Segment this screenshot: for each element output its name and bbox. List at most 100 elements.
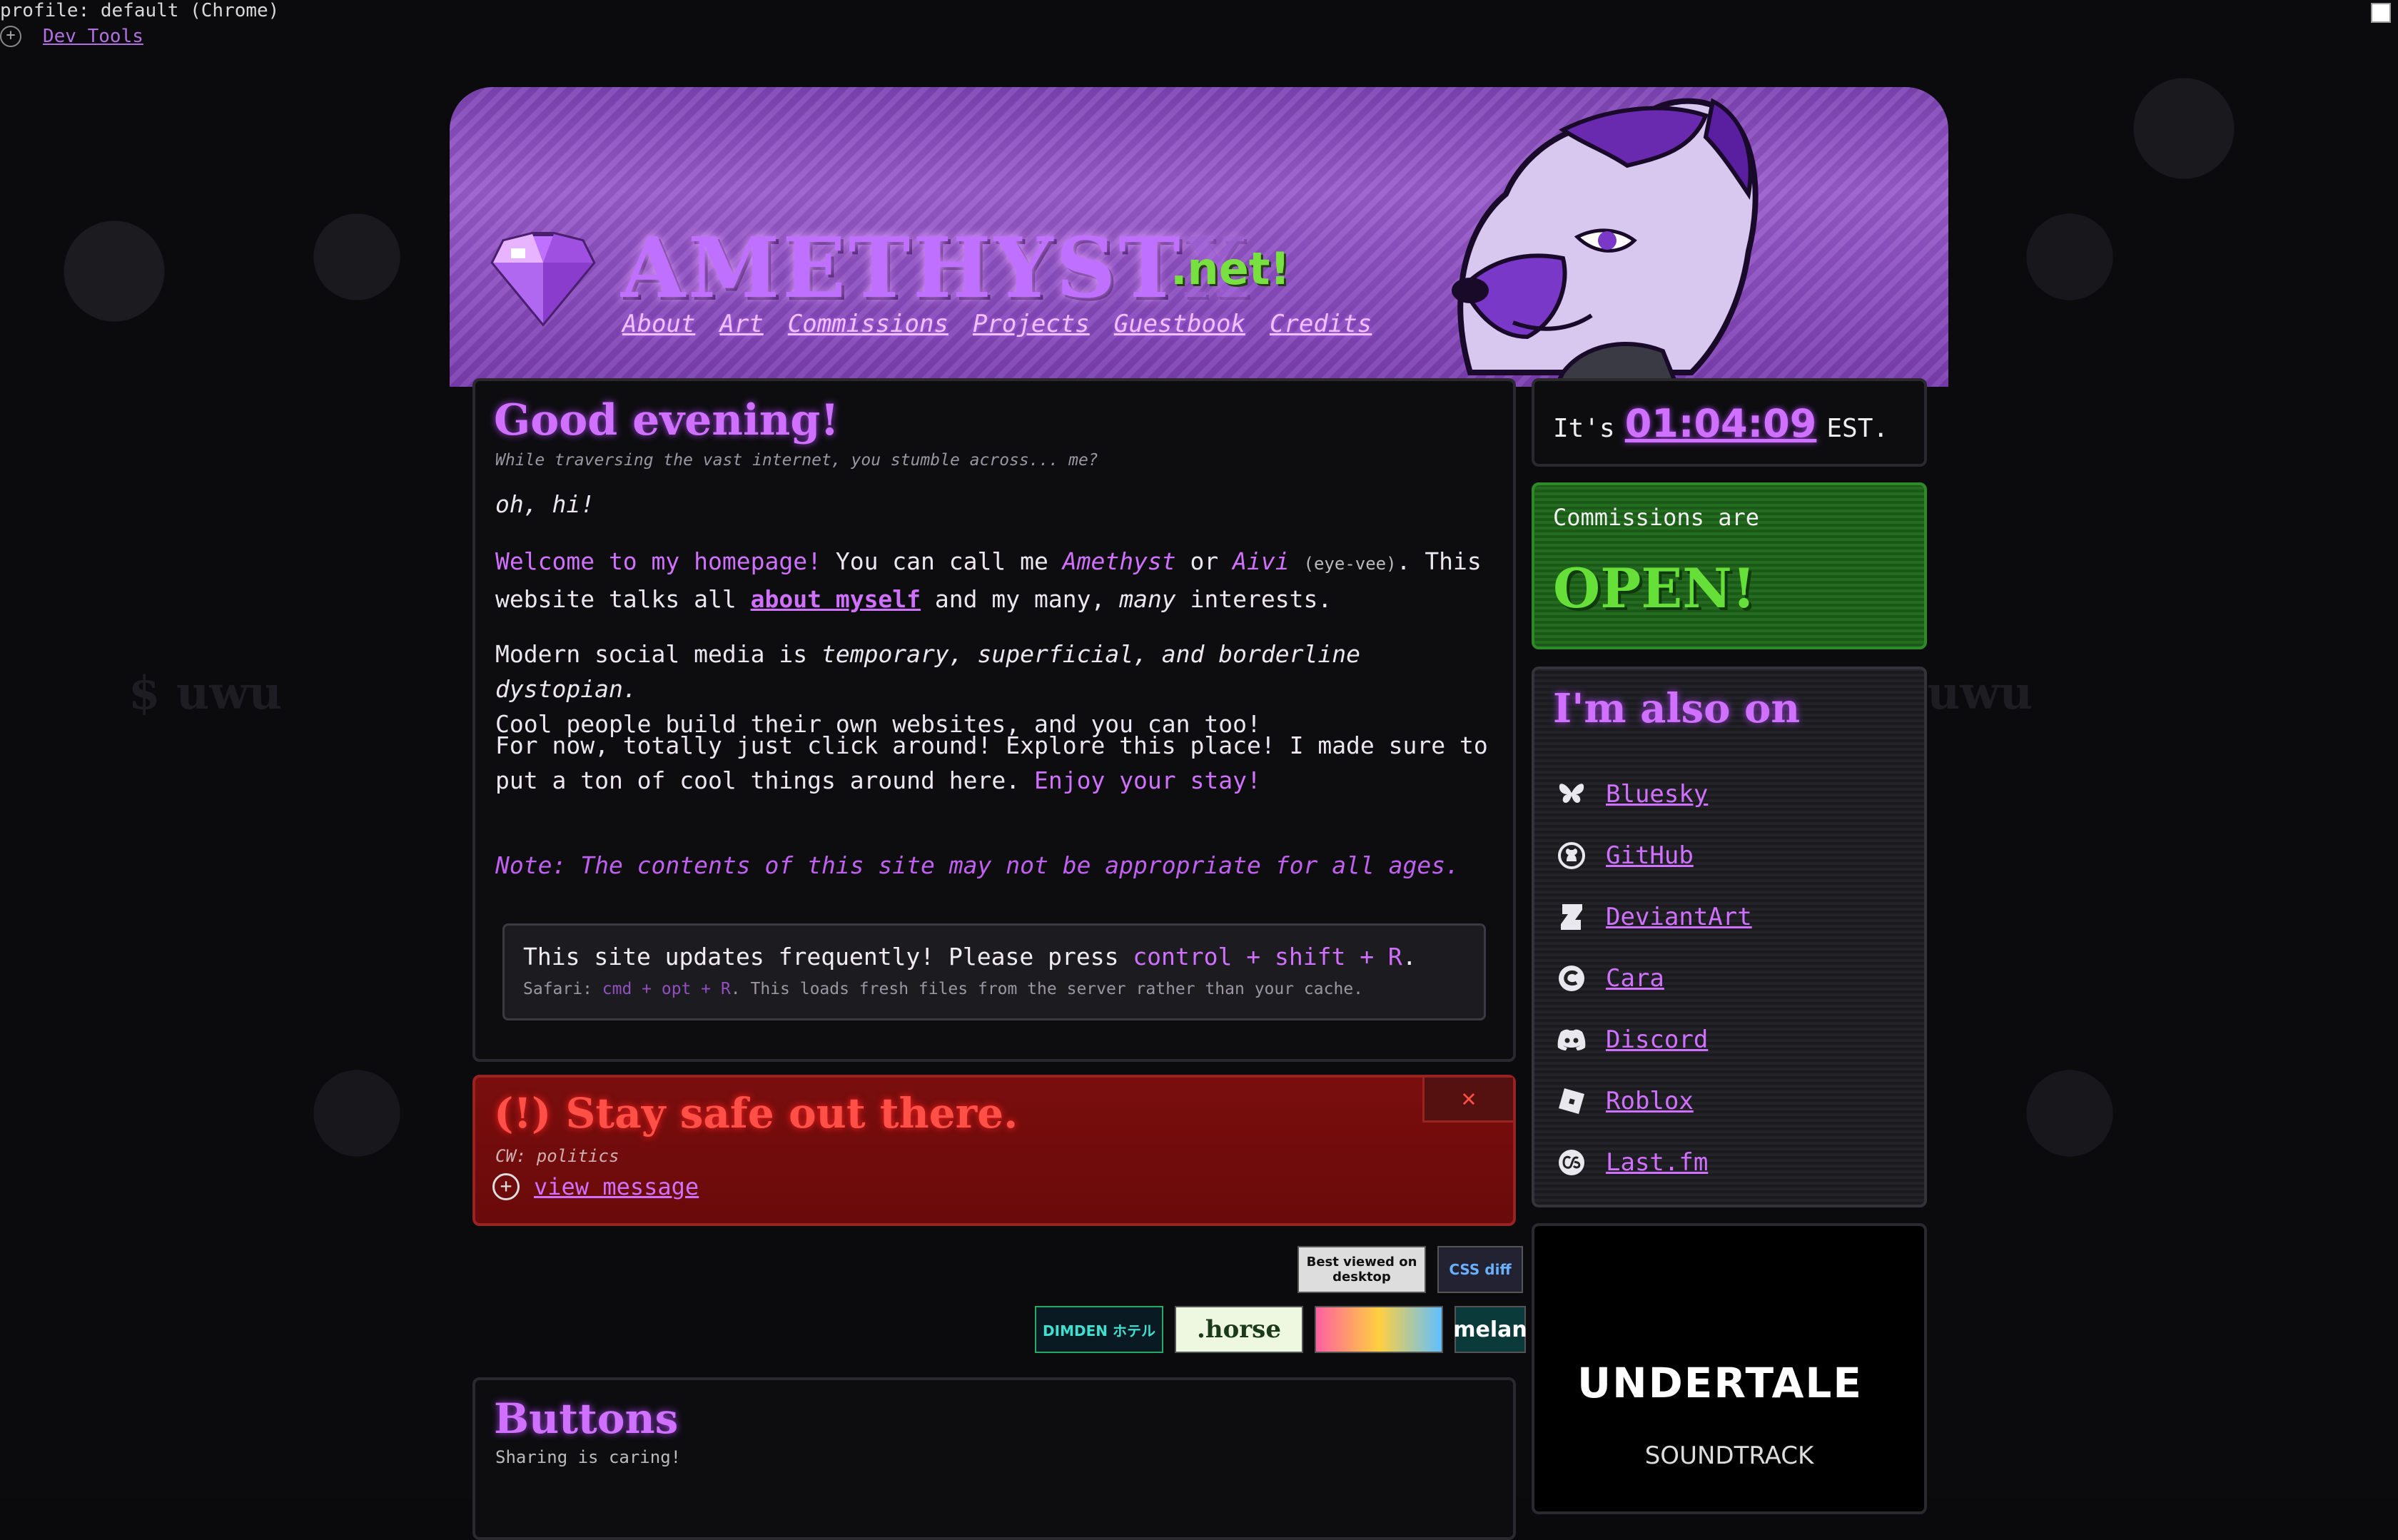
safari-hint: Safari: cmd + opt + R. This loads fresh … bbox=[523, 980, 1363, 998]
social-list: Bluesky GitHub DeviantArt Cara Discord R… bbox=[1556, 764, 1752, 1193]
welcome-text: Welcome to my homepage! bbox=[495, 547, 821, 575]
social-link[interactable]: Discord bbox=[1606, 1025, 1708, 1054]
text: interests. bbox=[1175, 585, 1332, 613]
butterfly-icon bbox=[1556, 779, 1587, 810]
refresh-shortcut: control + shift + R bbox=[1133, 943, 1402, 971]
badge-colorful[interactable] bbox=[1315, 1306, 1443, 1353]
undertale-title: UNDERTALE bbox=[1577, 1359, 1863, 1407]
nav-guestbook[interactable]: Guestbook bbox=[1114, 310, 1245, 338]
nav-commissions[interactable]: Commissions bbox=[788, 310, 948, 338]
undertale-panel[interactable]: UNDERTALE SOUNDTRACK bbox=[1532, 1223, 1927, 1514]
clock-zone: EST. bbox=[1826, 414, 1889, 443]
clock-time[interactable]: 01:04:09 bbox=[1625, 401, 1817, 446]
social-item-cara[interactable]: Cara bbox=[1556, 948, 1752, 1009]
social-item-lastfm[interactable]: Last.fm bbox=[1556, 1132, 1752, 1193]
content-warning: CW: politics bbox=[495, 1146, 619, 1166]
about-myself-link[interactable]: about myself bbox=[751, 585, 921, 613]
social-media-paragraph: Modern social media is temporary, superf… bbox=[495, 637, 1494, 741]
main-nav: About Art Commissions Projects Guestbook… bbox=[622, 310, 1372, 338]
welcome-panel: Good evening! While traversing the vast … bbox=[472, 378, 1516, 1062]
text: Modern social media is bbox=[495, 640, 821, 668]
discord-icon bbox=[1556, 1024, 1587, 1055]
roblox-icon bbox=[1556, 1085, 1587, 1117]
gem-logo-icon bbox=[490, 232, 596, 327]
nav-credits[interactable]: Credits bbox=[1270, 310, 1372, 338]
social-item-github[interactable]: GitHub bbox=[1556, 825, 1752, 886]
view-message-toggle[interactable]: + view message bbox=[492, 1173, 699, 1200]
badge-row: Best viewed on desktop CSS diff bbox=[1297, 1246, 1523, 1293]
warning-title: (!) Stay safe out there. bbox=[494, 1089, 1018, 1138]
safari-shortcut: cmd + opt + R bbox=[602, 980, 731, 998]
corner-checkbox[interactable] bbox=[2371, 3, 2391, 23]
view-message-link[interactable]: view message bbox=[534, 1173, 699, 1200]
plus-icon: + bbox=[492, 1173, 520, 1200]
devtools-link[interactable]: Dev Tools bbox=[43, 26, 143, 47]
text: and my many, bbox=[921, 585, 1120, 613]
warning-panel: (!) Stay safe out there. CW: politics + … bbox=[472, 1075, 1516, 1226]
welcome-paragraph: Welcome to my homepage! You can call me … bbox=[495, 544, 1494, 617]
social-link[interactable]: GitHub bbox=[1606, 841, 1694, 870]
badge-dimden[interactable]: DIMDEN ホテル bbox=[1035, 1306, 1163, 1353]
enjoy-text: Enjoy your stay! bbox=[1033, 766, 1261, 794]
text: or bbox=[1175, 547, 1233, 575]
site-tld: .net! bbox=[1170, 243, 1290, 295]
social-heading: I'm also on bbox=[1553, 685, 1801, 732]
text: This site updates frequently! Please pre… bbox=[523, 943, 1133, 971]
social-link[interactable]: Last.fm bbox=[1606, 1148, 1708, 1177]
close-button[interactable]: ✕ bbox=[1422, 1078, 1513, 1123]
greeting-subtitle: While traversing the vast internet, you … bbox=[495, 451, 1098, 470]
buttons-subtitle: Sharing is caring! bbox=[495, 1447, 682, 1467]
pronunciation: (eye-vee) bbox=[1303, 554, 1397, 574]
social-link[interactable]: DeviantArt bbox=[1606, 903, 1752, 931]
social-item-bluesky[interactable]: Bluesky bbox=[1556, 764, 1752, 825]
nav-projects[interactable]: Projects bbox=[973, 310, 1090, 338]
explore-paragraph: For now, totally just click around! Expl… bbox=[495, 728, 1494, 798]
undertale-subtitle: SOUNDTRACK bbox=[1644, 1442, 1814, 1470]
background-text: uwu bbox=[1927, 667, 2033, 720]
commissions-panel[interactable]: Commissions are OPEN! bbox=[1532, 482, 1927, 649]
nav-about[interactable]: About bbox=[622, 310, 695, 338]
text: Safari: bbox=[523, 980, 602, 998]
commissions-status: OPEN! bbox=[1553, 557, 1756, 620]
social-link[interactable]: Bluesky bbox=[1606, 780, 1708, 809]
intro-text: oh, hi! bbox=[495, 490, 595, 518]
buttons-panel: Buttons Sharing is caring! bbox=[472, 1377, 1516, 1540]
badge-best-viewed[interactable]: Best viewed on desktop bbox=[1297, 1246, 1426, 1293]
social-link[interactable]: Roblox bbox=[1606, 1087, 1694, 1115]
social-links-panel: I'm also on Bluesky GitHub DeviantArt Ca… bbox=[1532, 667, 1927, 1207]
age-note: Note: The contents of this site may not … bbox=[495, 851, 1460, 879]
background-text: $ uwu bbox=[128, 667, 282, 720]
badge-horse[interactable]: .horse bbox=[1175, 1306, 1303, 1353]
deviantart-icon bbox=[1556, 901, 1587, 933]
update-text: This site updates frequently! Please pre… bbox=[523, 943, 1417, 971]
social-item-discord[interactable]: Discord bbox=[1556, 1009, 1752, 1070]
clock-prefix: It's bbox=[1553, 414, 1615, 443]
devtools-toggle[interactable]: + Dev Tools bbox=[0, 26, 143, 47]
social-link[interactable]: Cara bbox=[1606, 964, 1664, 993]
badge-melan[interactable]: melan bbox=[1453, 1306, 1527, 1353]
nav-art[interactable]: Art bbox=[719, 310, 763, 338]
lastfm-icon bbox=[1556, 1147, 1587, 1178]
clock: It's 01:04:09 EST. bbox=[1553, 401, 1888, 446]
text: For now, totally just click around! Expl… bbox=[495, 731, 1488, 794]
cara-icon bbox=[1556, 963, 1587, 994]
mascot-portrait bbox=[1452, 98, 1759, 387]
clock-panel: It's 01:04:09 EST. bbox=[1532, 378, 1927, 467]
name-aivi: Aivi bbox=[1233, 547, 1290, 575]
badge-row: DIMDEN ホテル .horse melan bbox=[1035, 1306, 1527, 1353]
buttons-heading: Buttons bbox=[494, 1394, 679, 1443]
update-notice: This site updates frequently! Please pre… bbox=[502, 923, 1486, 1020]
site-title[interactable]: AMETHYSTX bbox=[621, 220, 1250, 317]
social-item-roblox[interactable]: Roblox bbox=[1556, 1070, 1752, 1132]
commissions-label: Commissions are bbox=[1553, 504, 1759, 531]
text: . This loads fresh files from the server… bbox=[730, 980, 1364, 998]
badge-css[interactable]: CSS diff bbox=[1437, 1246, 1523, 1293]
social-item-deviantart[interactable]: DeviantArt bbox=[1556, 886, 1752, 948]
text: You can call me bbox=[821, 547, 1063, 575]
site-header: AMETHYSTX .net! About Art Commissions Pr… bbox=[450, 87, 1948, 387]
text: . bbox=[1402, 943, 1417, 971]
profile-label: profile: default (Chrome) bbox=[0, 0, 280, 21]
plus-icon: + bbox=[0, 26, 21, 47]
github-icon bbox=[1556, 840, 1587, 871]
greeting-heading: Good evening! bbox=[494, 395, 839, 445]
